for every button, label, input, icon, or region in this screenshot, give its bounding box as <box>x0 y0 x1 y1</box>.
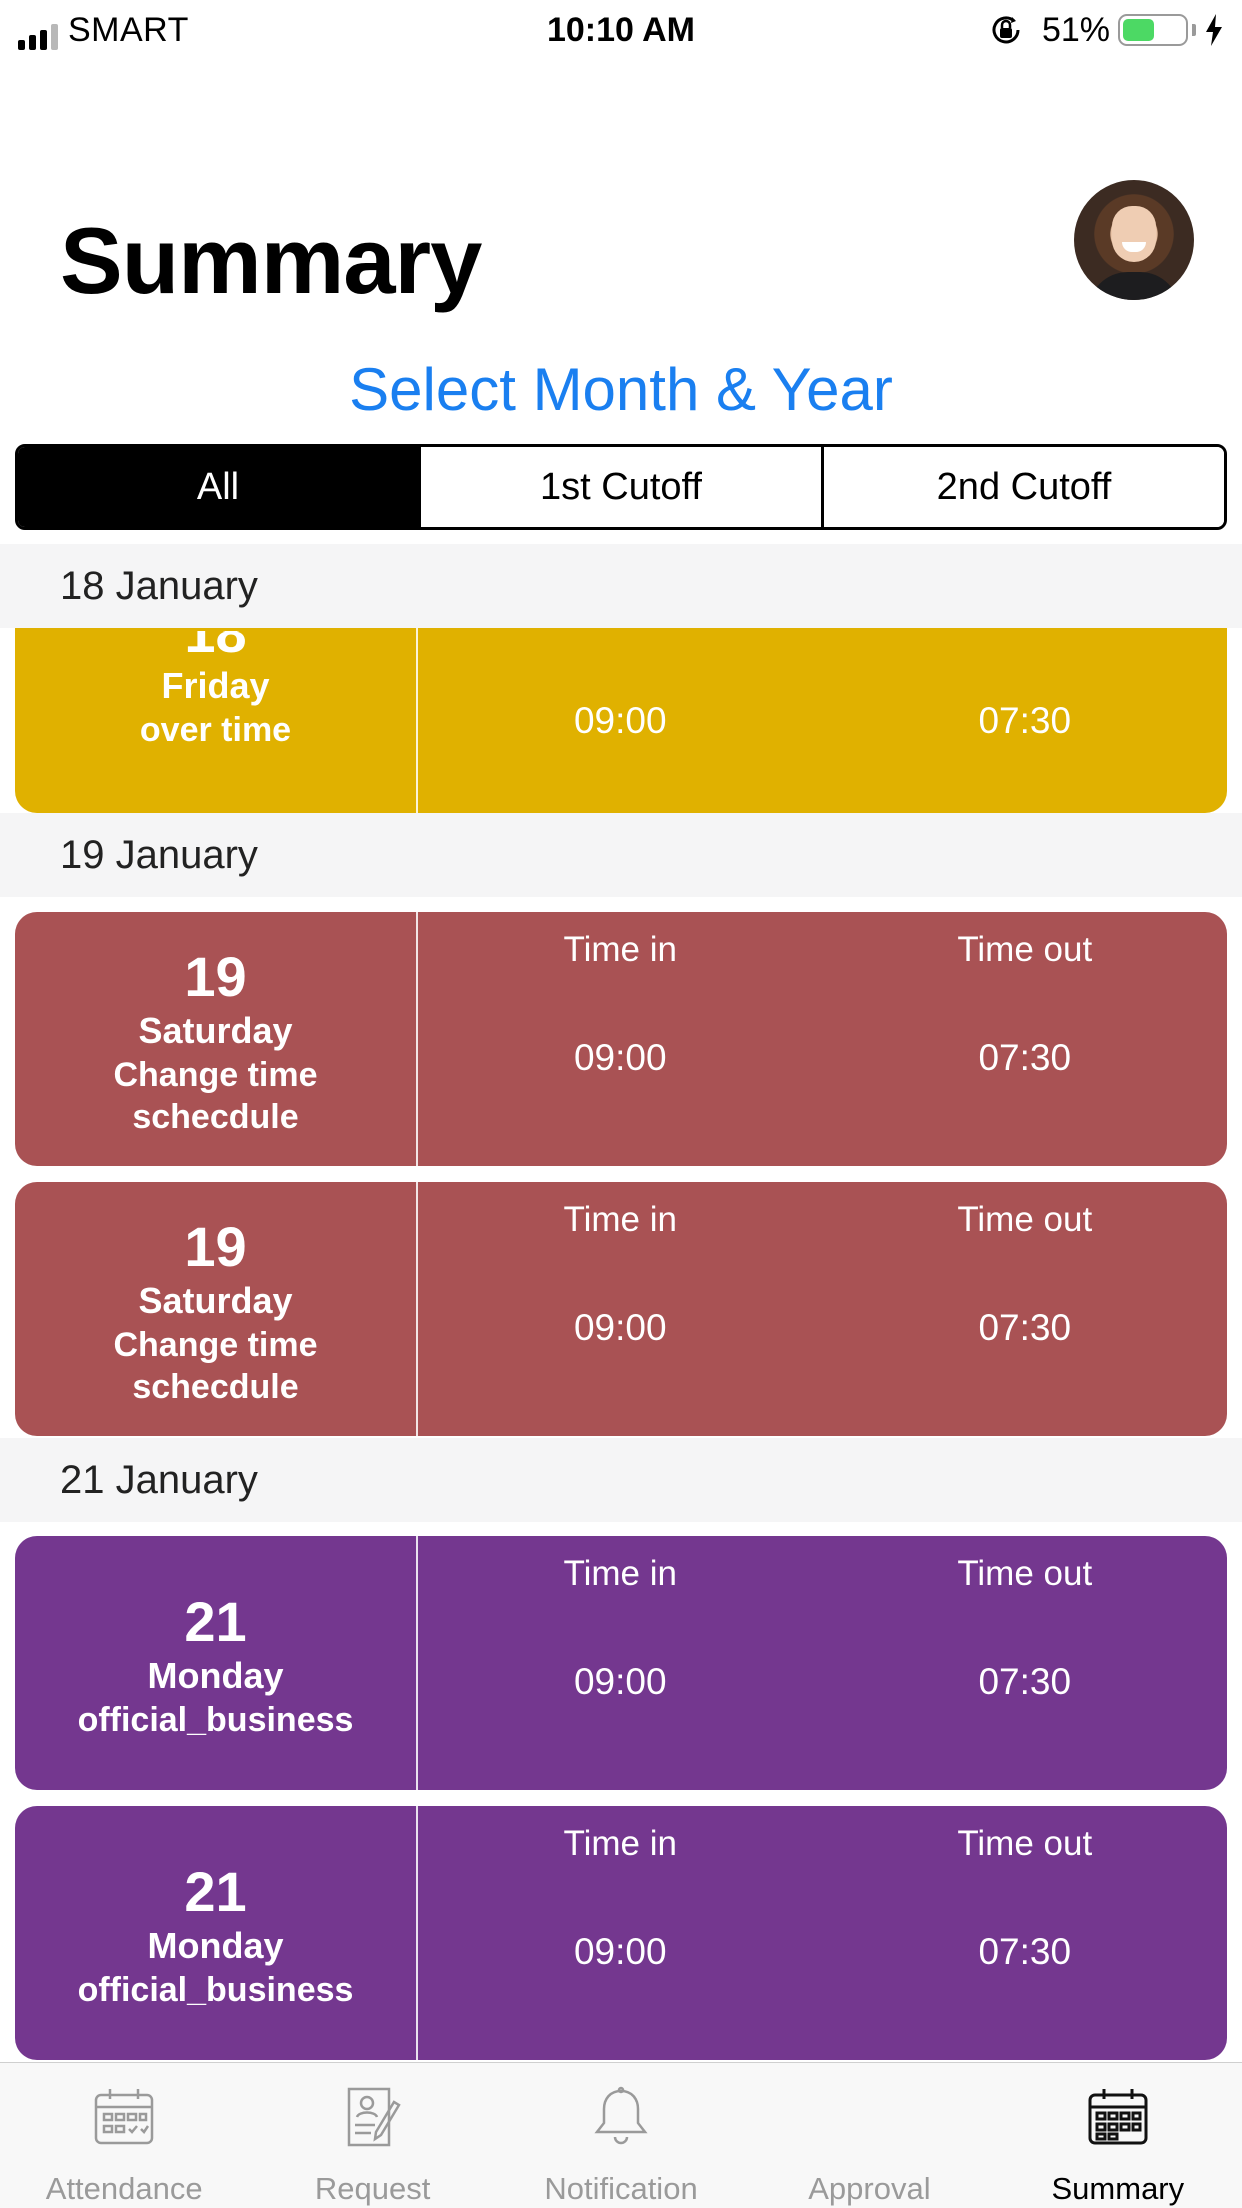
card-entry-type-cont: schecdule <box>132 1368 299 1406</box>
time-out-label: Time out <box>957 1824 1093 1863</box>
card-entry-type: official_business <box>77 1971 354 2009</box>
summary-card-change-schedule[interactable]: 19 Saturday Change time schecdule Time i… <box>15 912 1227 1166</box>
tab-request[interactable]: Request <box>248 2063 496 2208</box>
section-header-18-january: 18 January <box>0 544 1242 628</box>
rotation-lock-icon <box>992 16 1020 44</box>
card-day-info: 19 Saturday Change time schecdule <box>15 1182 418 1436</box>
tab-attendance[interactable]: Attendance <box>0 2063 248 2208</box>
card-time-out-value: 07:30 <box>978 1931 1072 1972</box>
status-right-group: 51% <box>988 10 1224 50</box>
card-day-info: 21 Monday official_business <box>15 1806 418 2060</box>
page-title: Summary <box>60 208 482 313</box>
segment-1st-cutoff[interactable]: 1st Cutoff <box>418 447 821 527</box>
time-in-label: Time in <box>563 1824 677 1863</box>
approval-icon <box>844 2091 895 2143</box>
card-weekday: Saturday <box>138 1280 293 1321</box>
segment-2nd-cutoff[interactable]: 2nd Cutoff <box>821 447 1224 527</box>
charging-bolt-icon <box>1206 14 1222 46</box>
card-day-number: 21 <box>184 1590 247 1653</box>
card-time-in-value: 09:00 <box>573 1307 667 1348</box>
avatar[interactable] <box>1074 180 1194 300</box>
section-header-19-january: 19 January <box>0 813 1242 897</box>
status-bar: SMART 10:10 AM 51% <box>0 0 1242 62</box>
card-time-out-value: 07:30 <box>978 1037 1072 1078</box>
tab-summary[interactable]: Summary <box>994 2063 1242 2208</box>
tab-label: Summary <box>1051 2171 1185 2206</box>
card-weekday: Monday <box>147 1925 284 1966</box>
time-out-label: Time out <box>957 1200 1093 1239</box>
card-day-number: 18 <box>184 631 246 657</box>
tab-label: Notification <box>544 2171 698 2206</box>
tab-notification[interactable]: Notification <box>497 2063 745 2208</box>
battery-icon <box>1118 14 1188 46</box>
card-time-in-value: 09:00 <box>573 1037 667 1078</box>
card-time-in-value: 09:00 <box>573 699 667 741</box>
card-day-info: 18 Friday over time <box>15 628 418 813</box>
card-entry-type: Change time <box>113 1326 318 1364</box>
card-time-out-value: 07:30 <box>978 1661 1072 1702</box>
card-entry-type: official_business <box>77 1701 354 1739</box>
card-weekday: Monday <box>147 1655 284 1696</box>
battery-percent: 51% <box>1041 10 1110 49</box>
bell-icon <box>594 2086 648 2145</box>
time-in-label: Time in <box>563 930 677 969</box>
battery-cap <box>1192 24 1196 36</box>
cutoff-segmented-control: All 1st Cutoff 2nd Cutoff <box>15 444 1227 530</box>
segment-all[interactable]: All <box>18 447 418 527</box>
time-in-label: Time in <box>563 1200 677 1239</box>
card-time-in-value: 09:00 <box>573 1931 667 1972</box>
tab-approval[interactable]: Approval <box>745 2063 993 2208</box>
summary-card-official-business[interactable]: 21 Monday official_business Time in 09:0… <box>15 1806 1227 2060</box>
card-time-out-value: 07:30 <box>978 699 1072 741</box>
card-day-info: 21 Monday official_business <box>15 1536 418 1790</box>
section-header-21-january: 21 January <box>0 1438 1242 1522</box>
card-weekday: Friday <box>161 665 270 706</box>
calendar-grid-icon <box>1088 2089 1148 2145</box>
card-day-number: 21 <box>184 1860 247 1923</box>
document-edit-icon <box>347 2087 401 2147</box>
tab-label: Request <box>314 2171 431 2206</box>
card-entry-type: Change time <box>113 1056 318 1094</box>
time-out-label: Time out <box>957 1554 1093 1593</box>
time-in-label: Time in <box>563 1554 677 1593</box>
card-day-number: 19 <box>184 1215 247 1278</box>
card-weekday: Saturday <box>138 1010 293 1051</box>
card-time-in-value: 09:00 <box>573 1661 667 1702</box>
tab-bar: Attendance Request Notification Approval <box>0 2062 1242 2208</box>
select-month-year-button[interactable]: Select Month & Year <box>0 350 1242 430</box>
time-out-label: Time out <box>957 930 1093 969</box>
calendar-icon <box>94 2089 154 2145</box>
summary-card-official-business[interactable]: 21 Monday official_business Time in 09:0… <box>15 1536 1227 1790</box>
card-entry-type-cont: schecdule <box>132 1098 299 1136</box>
card-day-number: 19 <box>184 945 247 1008</box>
card-entry-type: over time <box>139 711 292 749</box>
summary-card-overtime[interactable]: 18 Friday over time 09:00 07:30 <box>15 628 1227 813</box>
card-time-out-value: 07:30 <box>978 1307 1072 1348</box>
card-day-info: 19 Saturday Change time schecdule <box>15 912 418 1166</box>
tab-label: Attendance <box>45 2171 203 2206</box>
tab-label: Approval <box>808 2171 931 2206</box>
summary-card-change-schedule[interactable]: 19 Saturday Change time schecdule Time i… <box>15 1182 1227 1436</box>
